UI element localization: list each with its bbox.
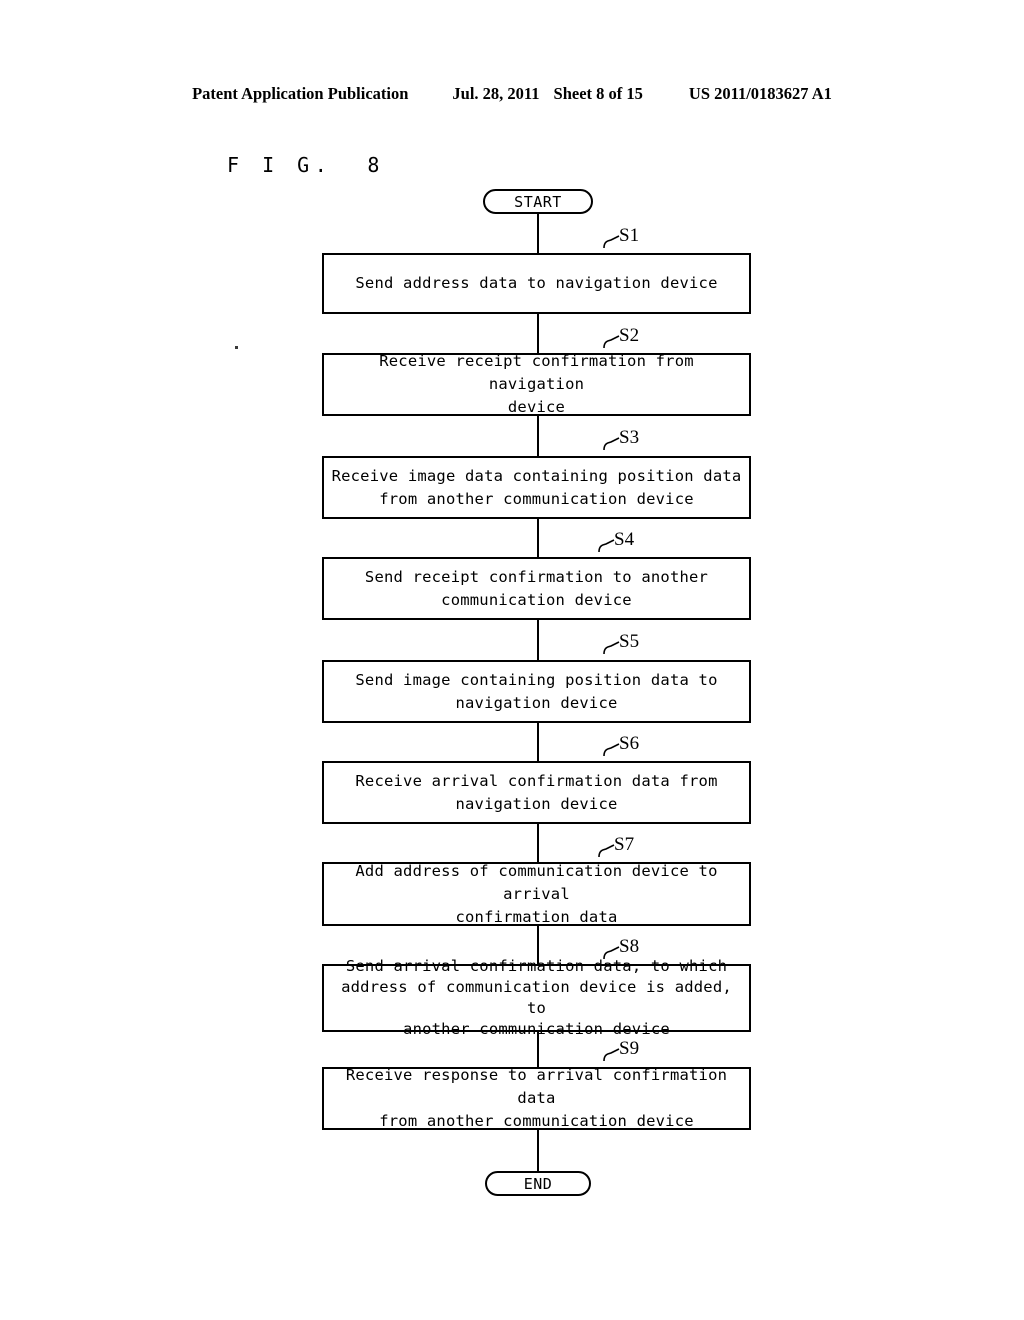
step-leader-s1 — [602, 233, 620, 249]
step-leader-s3 — [602, 435, 620, 451]
step-leader-s6 — [602, 741, 620, 757]
step-tag-s7: S7 — [614, 834, 635, 855]
step-tag-s6: S6 — [619, 733, 640, 754]
flowchart: START S1 Send address data to navigation… — [0, 0, 1024, 1320]
connector-s8-s9 — [537, 1032, 539, 1067]
step-tag-s5: S5 — [619, 631, 640, 652]
process-box-s1: Send address data to navigation device — [322, 253, 751, 314]
process-box-s8: Send arrival confirmation data, to which… — [322, 957, 751, 1038]
step-tag-s4: S4 — [614, 529, 635, 550]
step-leader-s9 — [602, 1046, 620, 1062]
connector-s1-s2 — [537, 314, 539, 354]
step-leader-s4 — [597, 537, 615, 553]
step-leader-s2 — [602, 333, 620, 349]
process-box-s2: Receive receipt confirmation from naviga… — [322, 352, 751, 416]
step-tag-s8: S8 — [619, 936, 640, 957]
process-box-s4: Send receipt confirmation to another com… — [322, 557, 751, 620]
connector-s9-end — [537, 1130, 539, 1171]
connector-s3-s4 — [537, 519, 539, 557]
scan-speck — [235, 346, 238, 349]
step-tag-s9: S9 — [619, 1038, 640, 1059]
connector-s6-s7 — [537, 824, 539, 862]
start-terminator: START — [483, 189, 593, 214]
connector-s2-s3 — [537, 416, 539, 456]
process-box-s5: Send image containing position data to n… — [322, 660, 751, 723]
step-tag-s1: S1 — [619, 225, 640, 246]
step-tag-s3: S3 — [619, 427, 640, 448]
step-leader-s7 — [597, 842, 615, 858]
connector-s5-s6 — [537, 723, 539, 761]
process-box-s9: Receive response to arrival confirmation… — [322, 1066, 751, 1130]
connector-start-s1 — [537, 214, 539, 254]
process-box-s6: Receive arrival confirmation data from n… — [322, 761, 751, 824]
step-leader-s5 — [602, 639, 620, 655]
process-box-s3: Receive image data containing position d… — [322, 456, 751, 519]
connector-s4-s5 — [537, 620, 539, 660]
process-box-s7: Add address of communication device to a… — [322, 862, 751, 926]
end-terminator: END — [485, 1171, 591, 1196]
step-tag-s2: S2 — [619, 325, 640, 346]
